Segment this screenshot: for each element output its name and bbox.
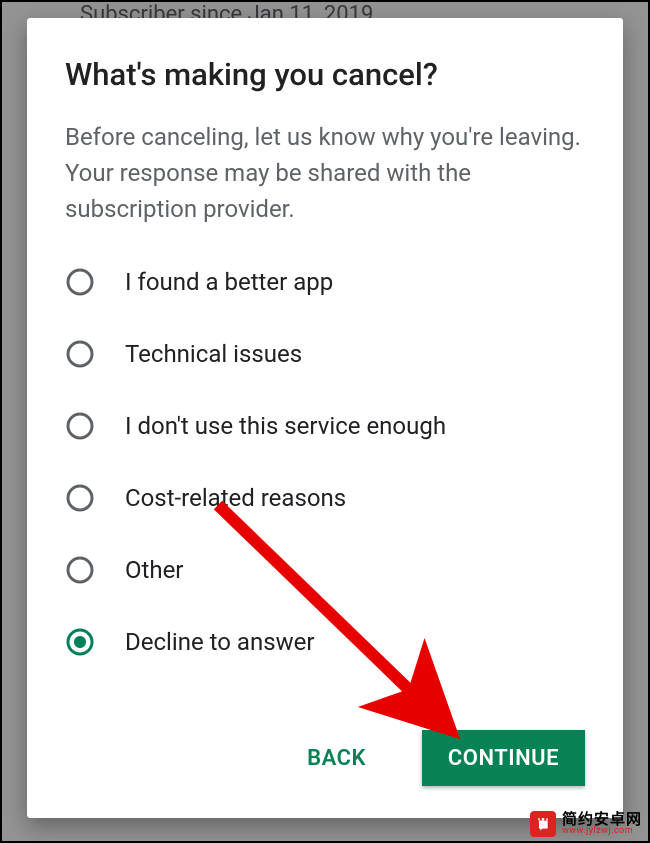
radio-icon bbox=[65, 483, 95, 513]
option-label: Cost-related reasons bbox=[125, 484, 346, 512]
option-cost-related[interactable]: Cost-related reasons bbox=[65, 483, 585, 513]
option-label: Other bbox=[125, 556, 183, 584]
cancel-reason-dialog: What's making you cancel? Before canceli… bbox=[27, 18, 623, 818]
watermark-url: www.jylzwj.com bbox=[562, 827, 642, 836]
watermark-title: 简约安卓网 bbox=[562, 812, 642, 827]
option-better-app[interactable]: I found a better app bbox=[65, 267, 585, 297]
dialog-title: What's making you cancel? bbox=[65, 56, 585, 93]
continue-button[interactable]: CONTINUE bbox=[422, 730, 585, 786]
radio-icon bbox=[65, 411, 95, 441]
radio-icon bbox=[65, 555, 95, 585]
option-label: I found a better app bbox=[125, 268, 333, 296]
option-label: I don't use this service enough bbox=[125, 412, 446, 440]
radio-icon bbox=[65, 339, 95, 369]
option-decline-to-answer[interactable]: Decline to answer bbox=[65, 627, 585, 657]
option-dont-use-enough[interactable]: I don't use this service enough bbox=[65, 411, 585, 441]
radio-icon bbox=[65, 267, 95, 297]
radio-selected-icon bbox=[65, 627, 95, 657]
watermark: 简约安卓网 www.jylzwj.com bbox=[530, 811, 642, 837]
watermark-logo-icon bbox=[530, 811, 556, 837]
cancel-reason-options: I found a better app Technical issues I … bbox=[65, 267, 585, 657]
option-label: Decline to answer bbox=[125, 628, 315, 656]
option-label: Technical issues bbox=[125, 340, 302, 368]
option-other[interactable]: Other bbox=[65, 555, 585, 585]
dialog-button-row: BACK CONTINUE bbox=[299, 730, 585, 786]
option-technical-issues[interactable]: Technical issues bbox=[65, 339, 585, 369]
back-button[interactable]: BACK bbox=[299, 734, 374, 783]
dialog-subtitle: Before canceling, let us know why you're… bbox=[65, 119, 585, 227]
